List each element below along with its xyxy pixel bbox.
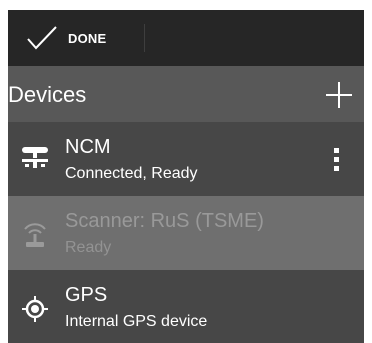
devices-header: Devices [8, 66, 364, 122]
device-status: Ready [65, 239, 112, 256]
device-status: Internal GPS device [65, 313, 208, 330]
device-item-ncm[interactable]: NCM Connected, Ready [8, 122, 364, 196]
device-name: NCM [65, 136, 111, 158]
toolbar-divider [144, 24, 145, 52]
page-title: Devices [8, 82, 87, 107]
device-name: Scanner: RuS (TSME) [65, 210, 264, 232]
check-icon [27, 26, 57, 50]
device-item-gps[interactable]: GPS Internal GPS device [8, 270, 364, 343]
more-vert-icon[interactable] [332, 146, 342, 174]
device-name: GPS [65, 284, 108, 306]
network-node-icon [22, 147, 48, 168]
done-label: DONE [68, 31, 107, 46]
antenna-icon [24, 223, 46, 247]
action-bar: DONE [8, 10, 364, 66]
devices-panel: DONE Devices NCM Connected, Ready Scanne… [8, 10, 364, 343]
done-button[interactable]: DONE [8, 10, 143, 66]
add-device-button[interactable] [326, 82, 352, 108]
gps-target-icon [22, 296, 48, 322]
device-status: Connected, Ready [65, 165, 198, 182]
device-item-scanner[interactable]: Scanner: RuS (TSME) Ready [8, 196, 364, 270]
